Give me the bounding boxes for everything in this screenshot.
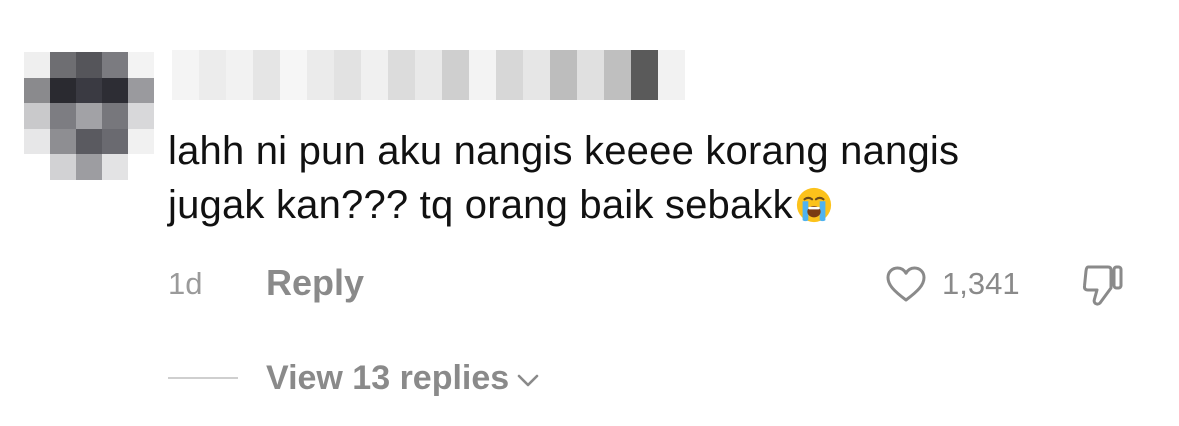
replies-row: View 13 replies — [168, 356, 541, 400]
loudly-crying-face-icon — [796, 187, 831, 223]
username[interactable] — [172, 50, 685, 100]
comment-text-line-1: lahh ni pun aku nangis keeee korang nang… — [168, 129, 960, 173]
timestamp: 1d — [168, 266, 203, 301]
comment-text: lahh ni pun aku nangis keeee korang nang… — [168, 124, 1128, 232]
like-count: 1,341 — [942, 266, 1020, 301]
comment-actions: 1d Reply 1,341 — [168, 262, 1128, 306]
comment-text-line-2: jugak kan??? tq orang baik sebakk — [168, 178, 1128, 232]
like-button[interactable]: 1,341 — [884, 262, 1020, 306]
reply-button[interactable]: Reply — [266, 262, 364, 304]
chevron-down-icon — [517, 374, 539, 387]
replies-divider — [168, 377, 238, 379]
thumbs-down-outline-icon[interactable] — [1080, 262, 1124, 308]
view-replies-label: View 13 replies — [266, 358, 510, 397]
view-replies-button[interactable]: View 13 replies — [266, 359, 541, 398]
heart-outline-icon — [886, 266, 926, 302]
comment-item: lahh ni pun aku nangis keeee korang nang… — [0, 0, 1179, 426]
comment-text-line-2-content: jugak kan??? tq orang baik sebakk — [168, 183, 793, 227]
avatar[interactable] — [24, 52, 154, 180]
